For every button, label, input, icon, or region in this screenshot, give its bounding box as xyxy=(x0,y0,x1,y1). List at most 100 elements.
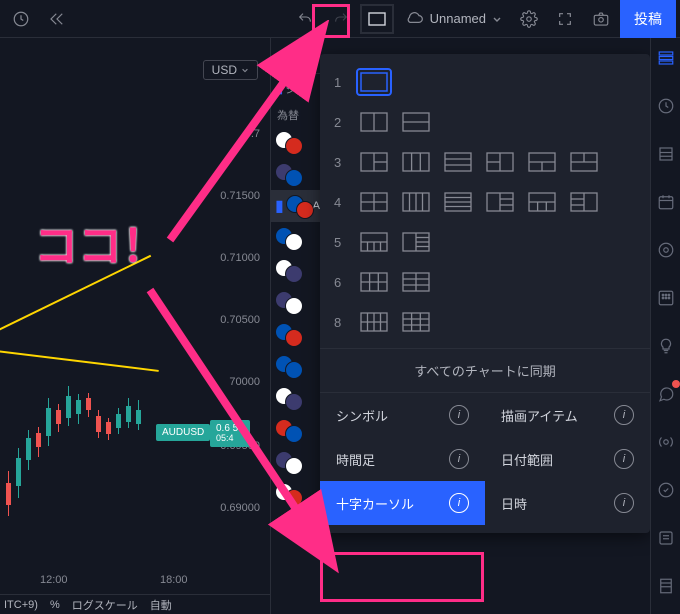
dom-tab-icon[interactable] xyxy=(654,574,678,598)
sync-option-crosshair[interactable]: 十字カーソル i xyxy=(320,481,485,525)
watchlist-header: オ xyxy=(271,38,320,74)
watchlist-item[interactable] xyxy=(271,318,320,350)
watchlist-col-header: ▮シン xyxy=(271,74,320,104)
notes-tab-icon[interactable] xyxy=(654,478,678,502)
trendline[interactable] xyxy=(0,348,159,372)
info-icon[interactable]: i xyxy=(614,493,634,513)
layout-option-6a[interactable] xyxy=(358,270,390,294)
layout-row-6: 6 xyxy=(320,262,650,302)
time-axis: 12:00 18:00 xyxy=(0,574,270,594)
layout-row-5: 5 xyxy=(320,222,650,262)
layout-selector-button[interactable] xyxy=(360,4,394,34)
layout-option-3f[interactable] xyxy=(568,150,600,174)
alert-icon[interactable] xyxy=(4,4,38,34)
settings-icon[interactable] xyxy=(512,4,546,34)
watchlist-item[interactable] xyxy=(271,510,320,542)
trendline[interactable] xyxy=(0,255,151,340)
auto-toggle[interactable]: 自動 xyxy=(150,597,172,613)
y-tick: 0.71000 xyxy=(220,252,260,264)
layout-option-4e[interactable] xyxy=(526,190,558,214)
news-tab-icon[interactable] xyxy=(654,238,678,262)
watchlist-item[interactable] xyxy=(271,414,320,446)
layout-option-3c[interactable] xyxy=(442,150,474,174)
info-icon[interactable]: i xyxy=(449,449,469,469)
y-tick: 0.71500 xyxy=(220,190,260,202)
layout-option-8b[interactable] xyxy=(400,310,432,334)
watchlist-item[interactable] xyxy=(271,478,320,510)
chat-tab-icon[interactable] xyxy=(654,382,678,406)
publish-button[interactable]: 投稿 xyxy=(620,0,676,38)
chevron-down-icon xyxy=(492,14,502,24)
sync-option-symbol[interactable]: シンボル i xyxy=(320,393,485,437)
watchlist-item[interactable] xyxy=(271,254,320,286)
info-icon[interactable]: i xyxy=(614,449,634,469)
sync-option-date-range[interactable]: 日付範囲 i xyxy=(485,437,650,481)
watchlist-tab-icon[interactable] xyxy=(654,46,678,70)
layout-option-8a[interactable] xyxy=(358,310,390,334)
data-tab-icon[interactable] xyxy=(654,286,678,310)
layout-option-6b[interactable] xyxy=(400,270,432,294)
layout-option-1x1[interactable] xyxy=(358,70,390,94)
price-badge: 0.6 53 05:4 xyxy=(210,420,250,447)
y-tick: 0.69000 xyxy=(220,502,260,514)
watchlist-group-fx: 為替 xyxy=(271,104,320,126)
timezone-label[interactable]: ITC+9) xyxy=(4,599,38,611)
ideas-tab-icon[interactable] xyxy=(654,334,678,358)
watchlist-item[interactable] xyxy=(271,222,320,254)
watchlist-panel: オ ▮シン 為替 ▮A xyxy=(270,38,320,614)
watchlist-item[interactable]: ▮A xyxy=(271,190,320,222)
percent-toggle[interactable]: % xyxy=(50,599,60,611)
annotation-box-crosshair xyxy=(320,552,484,602)
watchlist-item[interactable] xyxy=(271,286,320,318)
watchlist-item[interactable] xyxy=(271,158,320,190)
info-icon[interactable]: i xyxy=(449,493,469,513)
hotlist-tab-icon[interactable] xyxy=(654,142,678,166)
layout-sync-label: すべてのチャートに同期 xyxy=(320,348,650,393)
layout-name-text: Unnamed xyxy=(430,11,486,26)
layout-option-3e[interactable] xyxy=(526,150,558,174)
layout-row-1: 1 xyxy=(320,62,650,102)
streams-tab-icon[interactable] xyxy=(654,430,678,454)
info-icon[interactable]: i xyxy=(449,405,469,425)
watchlist-item[interactable] xyxy=(271,446,320,478)
right-sidebar xyxy=(650,38,680,614)
fullscreen-icon[interactable] xyxy=(548,4,582,34)
layout-option-3d[interactable] xyxy=(484,150,516,174)
layout-option-4b[interactable] xyxy=(400,190,432,214)
symbol-badge[interactable]: AUDUSD xyxy=(156,424,210,441)
layout-option-4d[interactable] xyxy=(484,190,516,214)
layout-row-2: 2 xyxy=(320,102,650,142)
sync-option-time[interactable]: 日時 i xyxy=(485,481,650,525)
snapshot-icon[interactable] xyxy=(584,4,618,34)
info-icon[interactable]: i xyxy=(614,405,634,425)
currency-selector[interactable]: USD xyxy=(203,60,258,80)
chart-footer: ITC+9) % ログスケール 自動 xyxy=(0,594,270,614)
watchlist-item[interactable] xyxy=(271,350,320,382)
alerts-tab-icon[interactable] xyxy=(654,94,678,118)
watchlist-item[interactable] xyxy=(271,126,320,158)
layout-option-3a[interactable] xyxy=(358,150,390,174)
undo-icon[interactable] xyxy=(288,4,322,34)
calendar-tab-icon[interactable] xyxy=(654,190,678,214)
orders-tab-icon[interactable] xyxy=(654,526,678,550)
layout-option-2v[interactable] xyxy=(358,110,390,134)
topbar: Unnamed 投稿 xyxy=(0,0,680,38)
layout-option-4a[interactable] xyxy=(358,190,390,214)
logscale-toggle[interactable]: ログスケール xyxy=(72,597,138,613)
layout-option-4c[interactable] xyxy=(442,190,474,214)
layout-name-dropdown[interactable]: Unnamed xyxy=(396,11,510,26)
sync-option-drawings[interactable]: 描画アイテム i xyxy=(485,393,650,437)
redo-icon[interactable] xyxy=(324,4,358,34)
layout-option-2h[interactable] xyxy=(400,110,432,134)
rewind-icon[interactable] xyxy=(40,4,74,34)
y-tick: 70000 xyxy=(229,376,260,388)
layout-option-3b[interactable] xyxy=(400,150,432,174)
layout-option-5b[interactable] xyxy=(400,230,432,254)
y-tick: 0.70500 xyxy=(220,314,260,326)
layout-option-5a[interactable] xyxy=(358,230,390,254)
layout-option-4f[interactable] xyxy=(568,190,600,214)
chart-pane[interactable]: USD 0.7 0.71500 0.71000 0.70500 70000 0.… xyxy=(0,38,270,614)
watchlist-item[interactable] xyxy=(271,382,320,414)
y-tick: 0.7 xyxy=(245,128,260,140)
sync-option-interval[interactable]: 時間足 i xyxy=(320,437,485,481)
